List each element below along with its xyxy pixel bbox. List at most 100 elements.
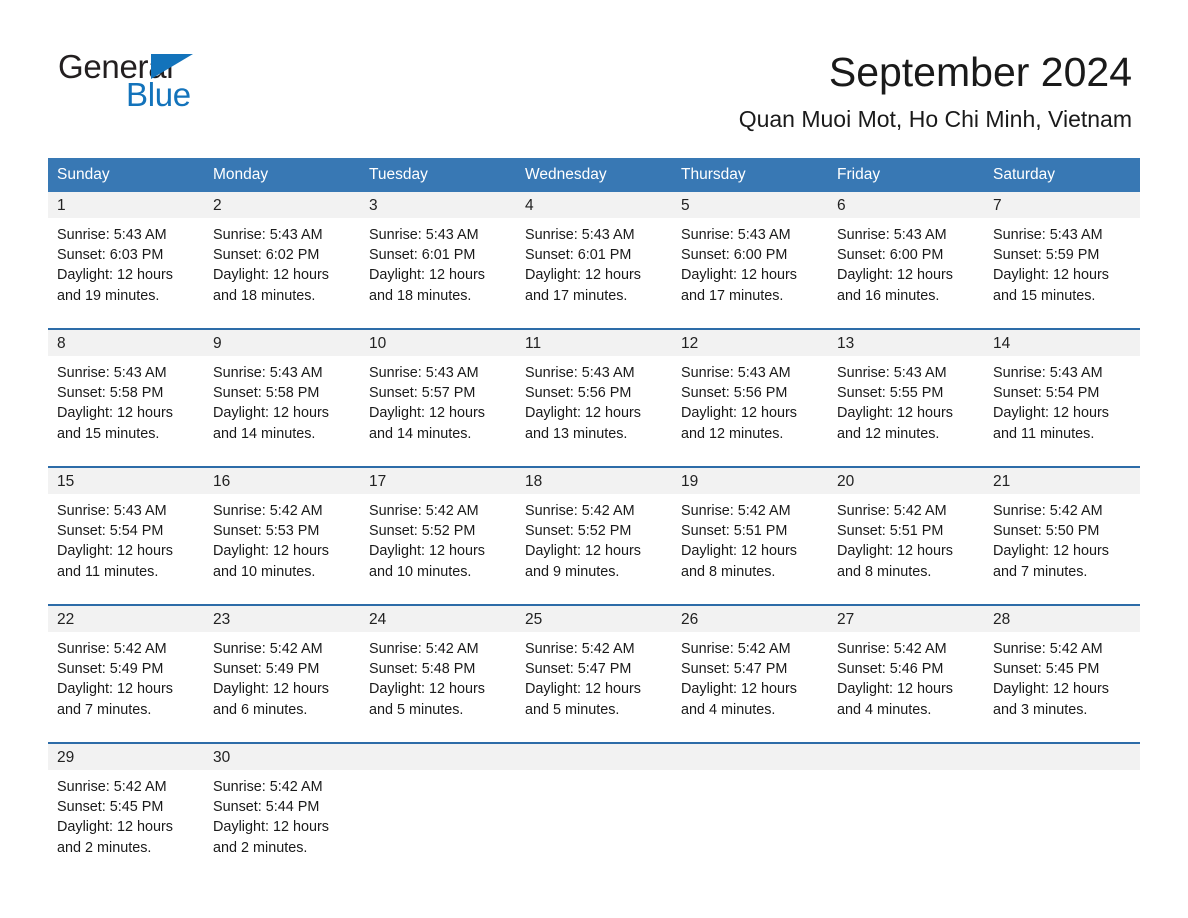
day-cell[interactable]: 28 Sunrise: 5:42 AM Sunset: 5:45 PM Dayligh…: [984, 606, 1140, 724]
day-cell[interactable]: 13 Sunrise: 5:43 AM Sunset: 5:55 PM Dayligh…: [828, 330, 984, 448]
sunset-text: Sunset: 5:46 PM: [837, 661, 944, 678]
daylight-text-line1: Daylight: 12 hours: [57, 819, 173, 836]
daylight-text-line1: Daylight: 12 hours: [681, 543, 797, 560]
sunset-text: Sunset: 5:45 PM: [993, 661, 1100, 678]
daylight-text-line2: and 9 minutes.: [525, 563, 620, 580]
day-cell-empty: [516, 744, 672, 862]
sunrise-text: Sunrise: 5:42 AM: [369, 641, 479, 657]
day-details: Sunrise: 5:42 AM Sunset: 5:53 PM Daylight:…: [204, 494, 360, 582]
day-details: Sunrise: 5:42 AM Sunset: 5:47 PM Daylight:…: [672, 632, 828, 720]
day-cell[interactable]: 15 Sunrise: 5:43 AM Sunset: 5:54 PM Dayligh…: [48, 468, 204, 586]
sunset-text: Sunset: 6:01 PM: [525, 247, 632, 264]
sunrise-text: Sunrise: 5:43 AM: [369, 227, 479, 243]
sunset-text: Sunset: 5:53 PM: [213, 523, 320, 540]
day-details: Sunrise: 5:42 AM Sunset: 5:45 PM Daylight:…: [48, 770, 204, 858]
day-cell[interactable]: 21 Sunrise: 5:42 AM Sunset: 5:50 PM Dayligh…: [984, 468, 1140, 586]
daylight-text-line2: and 2 minutes.: [213, 839, 308, 856]
sunset-text: Sunset: 5:54 PM: [57, 523, 164, 540]
sunset-text: Sunset: 5:49 PM: [213, 661, 320, 678]
day-number: 9: [204, 330, 360, 356]
day-number: 7: [984, 192, 1140, 218]
day-details: [828, 770, 984, 777]
day-details: Sunrise: 5:42 AM Sunset: 5:46 PM Daylight:…: [828, 632, 984, 720]
sunset-text: Sunset: 5:54 PM: [993, 385, 1100, 402]
sunrise-text: Sunrise: 5:42 AM: [837, 641, 947, 657]
day-cell[interactable]: 8 Sunrise: 5:43 AM Sunset: 5:58 PM Daylight…: [48, 330, 204, 448]
day-cell[interactable]: 4 Sunrise: 5:43 AM Sunset: 6:01 PM Daylight…: [516, 192, 672, 310]
day-details: Sunrise: 5:43 AM Sunset: 5:56 PM Daylight:…: [516, 356, 672, 444]
sunrise-text: Sunrise: 5:43 AM: [57, 227, 167, 243]
day-cell-empty: [828, 744, 984, 862]
sunrise-text: Sunrise: 5:43 AM: [369, 365, 479, 381]
daylight-text-line2: and 8 minutes.: [681, 563, 776, 580]
sunset-text: Sunset: 5:49 PM: [57, 661, 164, 678]
sunrise-text: Sunrise: 5:43 AM: [837, 365, 947, 381]
sunset-text: Sunset: 5:47 PM: [525, 661, 632, 678]
sunset-text: Sunset: 5:59 PM: [993, 247, 1100, 264]
page-subtitle: Quan Muoi Mot, Ho Chi Minh, Vietnam: [738, 106, 1132, 132]
day-cell[interactable]: 3 Sunrise: 5:43 AM Sunset: 6:01 PM Daylight…: [360, 192, 516, 310]
day-cell[interactable]: 27 Sunrise: 5:42 AM Sunset: 5:46 PM Dayligh…: [828, 606, 984, 724]
day-number: 22: [48, 606, 204, 632]
daylight-text-line1: Daylight: 12 hours: [525, 681, 641, 698]
day-number: 6: [828, 192, 984, 218]
day-cell[interactable]: 5 Sunrise: 5:43 AM Sunset: 6:00 PM Daylight…: [672, 192, 828, 310]
day-cell[interactable]: 22 Sunrise: 5:42 AM Sunset: 5:49 PM Dayligh…: [48, 606, 204, 724]
sunset-text: Sunset: 5:56 PM: [525, 385, 632, 402]
day-details: Sunrise: 5:43 AM Sunset: 6:00 PM Daylight:…: [672, 218, 828, 306]
day-details: Sunrise: 5:42 AM Sunset: 5:51 PM Daylight:…: [672, 494, 828, 582]
daylight-text-line1: Daylight: 12 hours: [837, 405, 953, 422]
day-cell[interactable]: 26 Sunrise: 5:42 AM Sunset: 5:47 PM Dayligh…: [672, 606, 828, 724]
daylight-text-line1: Daylight: 12 hours: [525, 405, 641, 422]
day-cell[interactable]: 11 Sunrise: 5:43 AM Sunset: 5:56 PM Dayligh…: [516, 330, 672, 448]
day-details: Sunrise: 5:42 AM Sunset: 5:52 PM Daylight:…: [516, 494, 672, 582]
day-details: Sunrise: 5:42 AM Sunset: 5:48 PM Daylight:…: [360, 632, 516, 720]
page-header: General Blue September 2024 Quan Muoi Mo…: [0, 0, 1188, 132]
day-number: 2: [204, 192, 360, 218]
day-cell[interactable]: 19 Sunrise: 5:42 AM Sunset: 5:51 PM Dayligh…: [672, 468, 828, 586]
day-cell[interactable]: 23 Sunrise: 5:42 AM Sunset: 5:49 PM Dayligh…: [204, 606, 360, 724]
day-cell[interactable]: 12 Sunrise: 5:43 AM Sunset: 5:56 PM Dayligh…: [672, 330, 828, 448]
day-cell[interactable]: 2 Sunrise: 5:43 AM Sunset: 6:02 PM Daylight…: [204, 192, 360, 310]
sunset-text: Sunset: 5:58 PM: [57, 385, 164, 402]
daylight-text-line1: Daylight: 12 hours: [213, 543, 329, 560]
daylight-text-line1: Daylight: 12 hours: [213, 681, 329, 698]
daylight-text-line1: Daylight: 12 hours: [525, 543, 641, 560]
day-details: [360, 770, 516, 777]
day-cell[interactable]: 30 Sunrise: 5:42 AM Sunset: 5:44 PM Dayligh…: [204, 744, 360, 862]
day-details: Sunrise: 5:42 AM Sunset: 5:51 PM Daylight:…: [828, 494, 984, 582]
daylight-text-line2: and 4 minutes.: [837, 701, 932, 718]
day-cell[interactable]: 14 Sunrise: 5:43 AM Sunset: 5:54 PM Dayligh…: [984, 330, 1140, 448]
day-cell[interactable]: 24 Sunrise: 5:42 AM Sunset: 5:48 PM Dayligh…: [360, 606, 516, 724]
day-cell-empty: [984, 744, 1140, 862]
daylight-text-line1: Daylight: 12 hours: [369, 543, 485, 560]
day-number: [672, 744, 828, 770]
day-cell[interactable]: 10 Sunrise: 5:43 AM Sunset: 5:57 PM Dayligh…: [360, 330, 516, 448]
day-cell[interactable]: 1 Sunrise: 5:43 AM Sunset: 6:03 PM Daylight…: [48, 192, 204, 310]
day-number: 1: [48, 192, 204, 218]
day-cell[interactable]: 9 Sunrise: 5:43 AM Sunset: 5:58 PM Daylight…: [204, 330, 360, 448]
day-details: Sunrise: 5:43 AM Sunset: 5:54 PM Daylight:…: [984, 356, 1140, 444]
weekday-sunday: Sunday: [57, 166, 110, 183]
day-cell[interactable]: 17 Sunrise: 5:42 AM Sunset: 5:52 PM Dayligh…: [360, 468, 516, 586]
sunset-text: Sunset: 5:48 PM: [369, 661, 476, 678]
sunset-text: Sunset: 5:45 PM: [57, 799, 164, 816]
week-spacer: [48, 310, 1140, 328]
day-details: Sunrise: 5:42 AM Sunset: 5:49 PM Daylight:…: [48, 632, 204, 720]
day-number: 14: [984, 330, 1140, 356]
day-cell[interactable]: 7 Sunrise: 5:43 AM Sunset: 5:59 PM Daylight…: [984, 192, 1140, 310]
day-cell[interactable]: 16 Sunrise: 5:42 AM Sunset: 5:53 PM Dayligh…: [204, 468, 360, 586]
day-cell[interactable]: 6 Sunrise: 5:43 AM Sunset: 6:00 PM Daylight…: [828, 192, 984, 310]
day-cell[interactable]: 20 Sunrise: 5:42 AM Sunset: 5:51 PM Dayligh…: [828, 468, 984, 586]
title-block: September 2024 Quan Muoi Mot, Ho Chi Min…: [739, 48, 1132, 134]
sunrise-text: Sunrise: 5:43 AM: [57, 365, 167, 381]
generalblue-logo[interactable]: General Blue: [58, 50, 308, 122]
day-cell[interactable]: 18 Sunrise: 5:42 AM Sunset: 5:52 PM Dayligh…: [516, 468, 672, 586]
day-cell-empty: [672, 744, 828, 862]
day-cell[interactable]: 25 Sunrise: 5:42 AM Sunset: 5:47 PM Dayligh…: [516, 606, 672, 724]
daylight-text-line2: and 5 minutes.: [525, 701, 620, 718]
day-cell[interactable]: 29 Sunrise: 5:42 AM Sunset: 5:45 PM Dayligh…: [48, 744, 204, 862]
sunrise-text: Sunrise: 5:42 AM: [525, 641, 635, 657]
daylight-text-line1: Daylight: 12 hours: [681, 681, 797, 698]
daylight-text-line2: and 8 minutes.: [837, 563, 932, 580]
